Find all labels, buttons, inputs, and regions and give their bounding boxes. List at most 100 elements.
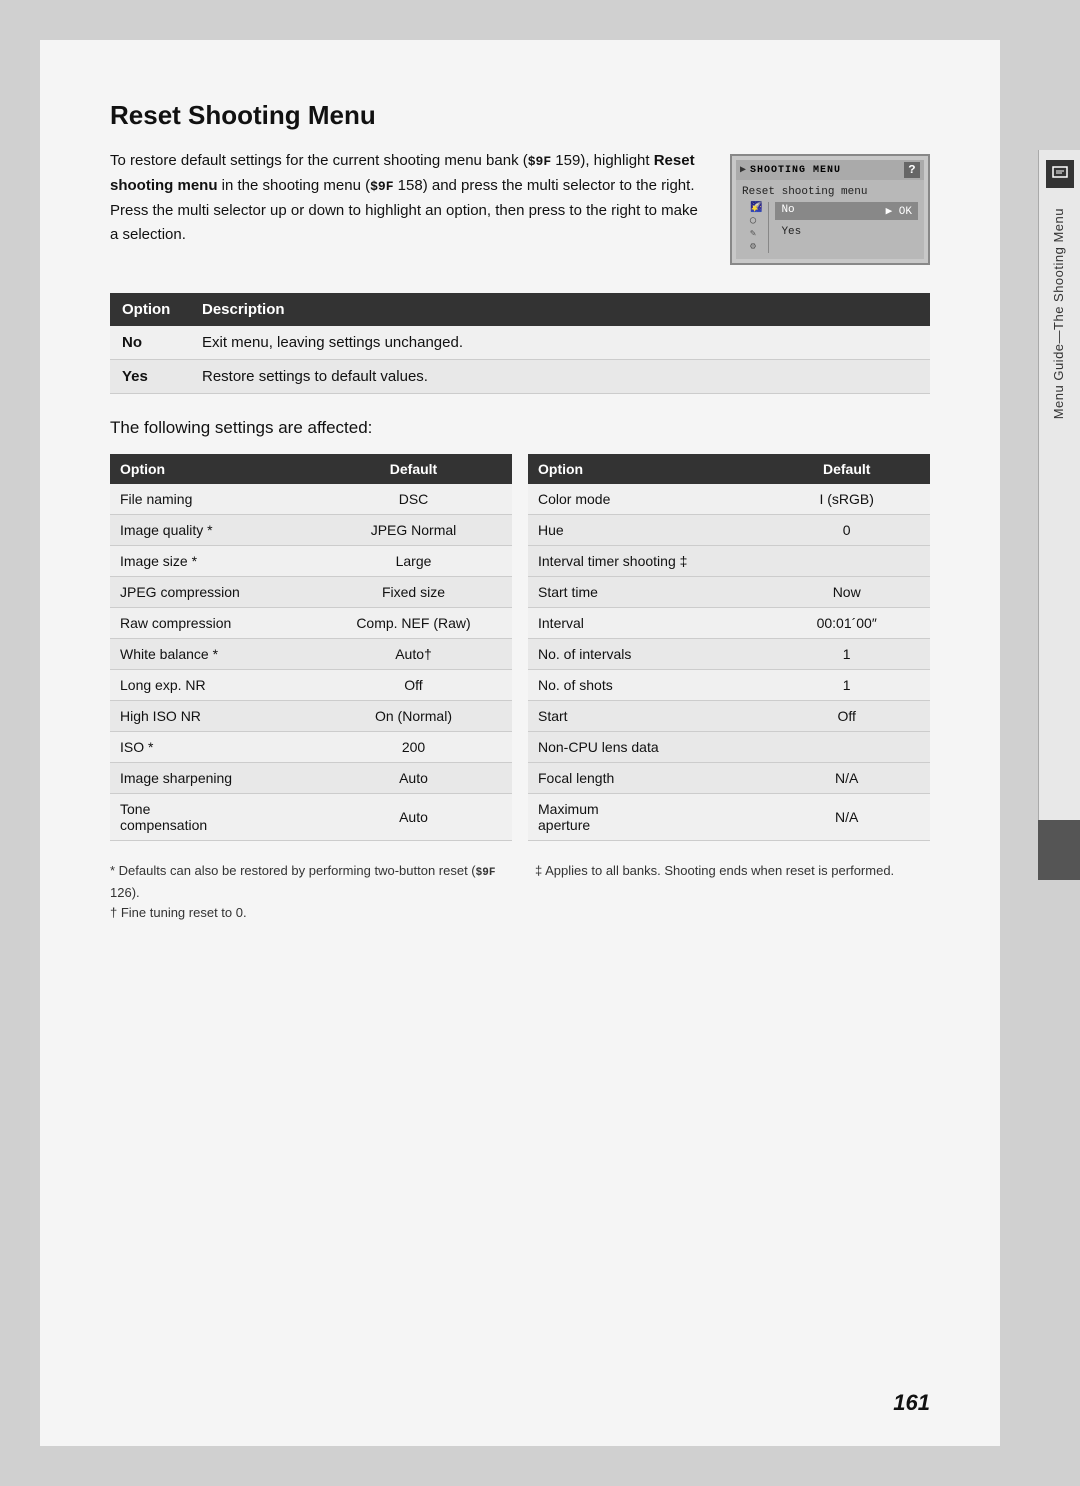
footnote-left-2: † Fine tuning reset to 0.: [110, 903, 505, 924]
camera-screen: ▶ Shooting Menu ? Reset shooting menu 🌠 …: [730, 154, 930, 265]
default-cell: Fixed size: [315, 577, 512, 608]
table-row: Maximumaperture N/A: [528, 794, 930, 841]
right-header-default: Default: [763, 454, 930, 484]
default-cell: N/A: [763, 763, 930, 794]
default-cell: Now: [763, 577, 930, 608]
option-cell: Raw compression: [110, 608, 315, 639]
default-cell: I (sRGB): [763, 484, 930, 515]
option-cell: Hue: [528, 515, 763, 546]
default-cell: Auto: [315, 763, 512, 794]
option-cell: Image quality *: [110, 515, 315, 546]
table1-header-description: Description: [190, 293, 930, 326]
option-yes: Yes: [110, 360, 190, 394]
left-header-default: Default: [315, 454, 512, 484]
footnote-left-1: * Defaults can also be restored by perfo…: [110, 861, 505, 903]
description-yes: Restore settings to default values.: [190, 360, 930, 394]
camera-yes-label: Yes: [775, 224, 918, 240]
table-row: Hue 0: [528, 515, 930, 546]
table-row: Image sharpening Auto: [110, 763, 512, 794]
default-cell: Off: [763, 701, 930, 732]
table-row: Image quality * JPEG Normal: [110, 515, 512, 546]
default-cell: 1: [763, 639, 930, 670]
option-cell: No. of intervals: [528, 639, 763, 670]
settings-table-right: Option Default Color mode I (sRGB) Hue 0…: [528, 454, 930, 841]
option-cell: White balance *: [110, 639, 315, 670]
table-row: Color mode I (sRGB): [528, 484, 930, 515]
default-cell: JPEG Normal: [315, 515, 512, 546]
default-cell: 200: [315, 732, 512, 763]
span-cell: Interval timer shooting ‡: [528, 546, 930, 577]
option-cell: Color mode: [528, 484, 763, 515]
table-row: File naming DSC: [110, 484, 512, 515]
footnotes-columns: * Defaults can also be restored by perfo…: [110, 861, 930, 924]
default-cell: 1: [763, 670, 930, 701]
table-row: Long exp. NR Off: [110, 670, 512, 701]
table-row: High ISO NR On (Normal): [110, 701, 512, 732]
table-row: No. of shots 1: [528, 670, 930, 701]
table-row: Interval timer shooting ‡: [528, 546, 930, 577]
span-cell: Non-CPU lens data: [528, 732, 930, 763]
description-no: Exit menu, leaving settings unchanged.: [190, 326, 930, 360]
intro-text-block: To restore default settings for the curr…: [110, 149, 700, 265]
option-cell: Image size *: [110, 546, 315, 577]
page-number: 161: [893, 1390, 930, 1416]
camera-help-icon: ?: [904, 162, 920, 178]
table-row: JPEG compression Fixed size: [110, 577, 512, 608]
footnote-right-1: ‡ Applies to all banks. Shooting ends wh…: [535, 861, 930, 882]
right-sidebar-tab: Menu Guide—The Shooting Menu: [1038, 150, 1080, 850]
default-cell: Off: [315, 670, 512, 701]
default-cell: N/A: [763, 794, 930, 841]
camera-menu-title: Shooting Menu: [750, 165, 900, 176]
table-row: Focal length N/A: [528, 763, 930, 794]
table-row: No Exit menu, leaving settings unchanged…: [110, 326, 930, 360]
default-cell: Comp. NEF (Raw): [315, 608, 512, 639]
option-cell: Start time: [528, 577, 763, 608]
default-cell: On (Normal): [315, 701, 512, 732]
option-cell: JPEG compression: [110, 577, 315, 608]
footnotes: * Defaults can also be restored by perfo…: [110, 861, 930, 924]
intro-section: To restore default settings for the curr…: [110, 149, 930, 265]
right-tab-label: Menu Guide—The Shooting Menu: [1050, 208, 1068, 419]
default-cell: 0: [763, 515, 930, 546]
page-title: Reset Shooting Menu: [110, 100, 930, 131]
main-page: Reset Shooting Menu To restore default s…: [40, 40, 1000, 1446]
option-cell: Tonecompensation: [110, 794, 315, 841]
option-cell: Focal length: [528, 763, 763, 794]
table-row: No. of intervals 1: [528, 639, 930, 670]
option-cell: Long exp. NR: [110, 670, 315, 701]
option-cell: ISO *: [110, 732, 315, 763]
table1-header-option: Option: [110, 293, 190, 326]
camera-screenshot: ▶ Shooting Menu ? Reset shooting menu 🌠 …: [730, 154, 930, 265]
right-accent-bar: [1038, 820, 1080, 880]
footnote-right: ‡ Applies to all banks. Shooting ends wh…: [535, 861, 930, 924]
option-description-table: Option Description No Exit menu, leaving…: [110, 293, 930, 394]
camera-ok-label: ▶ OK: [886, 204, 912, 218]
table-row: Image size * Large: [110, 546, 512, 577]
settings-tables-wrapper: Option Default File naming DSC Image qua…: [110, 454, 930, 841]
table-row: Start Off: [528, 701, 930, 732]
table-row: Interval 00:01´00″: [528, 608, 930, 639]
option-cell: File naming: [110, 484, 315, 515]
default-cell: 00:01´00″: [763, 608, 930, 639]
option-cell: Image sharpening: [110, 763, 315, 794]
option-cell: No. of shots: [528, 670, 763, 701]
right-header-option: Option: [528, 454, 763, 484]
default-cell: Large: [315, 546, 512, 577]
settings-table-left: Option Default File naming DSC Image qua…: [110, 454, 512, 841]
table-row: ISO * 200: [110, 732, 512, 763]
affected-title: The following settings are affected:: [110, 418, 930, 438]
menu-icon: [1046, 160, 1074, 188]
camera-no-label: No: [781, 204, 794, 218]
footnote-left: * Defaults can also be restored by perfo…: [110, 861, 505, 924]
table-row: Yes Restore settings to default values.: [110, 360, 930, 394]
table-row: Raw compression Comp. NEF (Raw): [110, 608, 512, 639]
table-row: White balance * Auto†: [110, 639, 512, 670]
default-cell: Auto†: [315, 639, 512, 670]
left-header-option: Option: [110, 454, 315, 484]
option-cell: Start: [528, 701, 763, 732]
option-no: No: [110, 326, 190, 360]
camera-menu-item: Reset shooting menu: [742, 184, 918, 202]
default-cell: DSC: [315, 484, 512, 515]
option-cell: High ISO NR: [110, 701, 315, 732]
option-cell: Interval: [528, 608, 763, 639]
